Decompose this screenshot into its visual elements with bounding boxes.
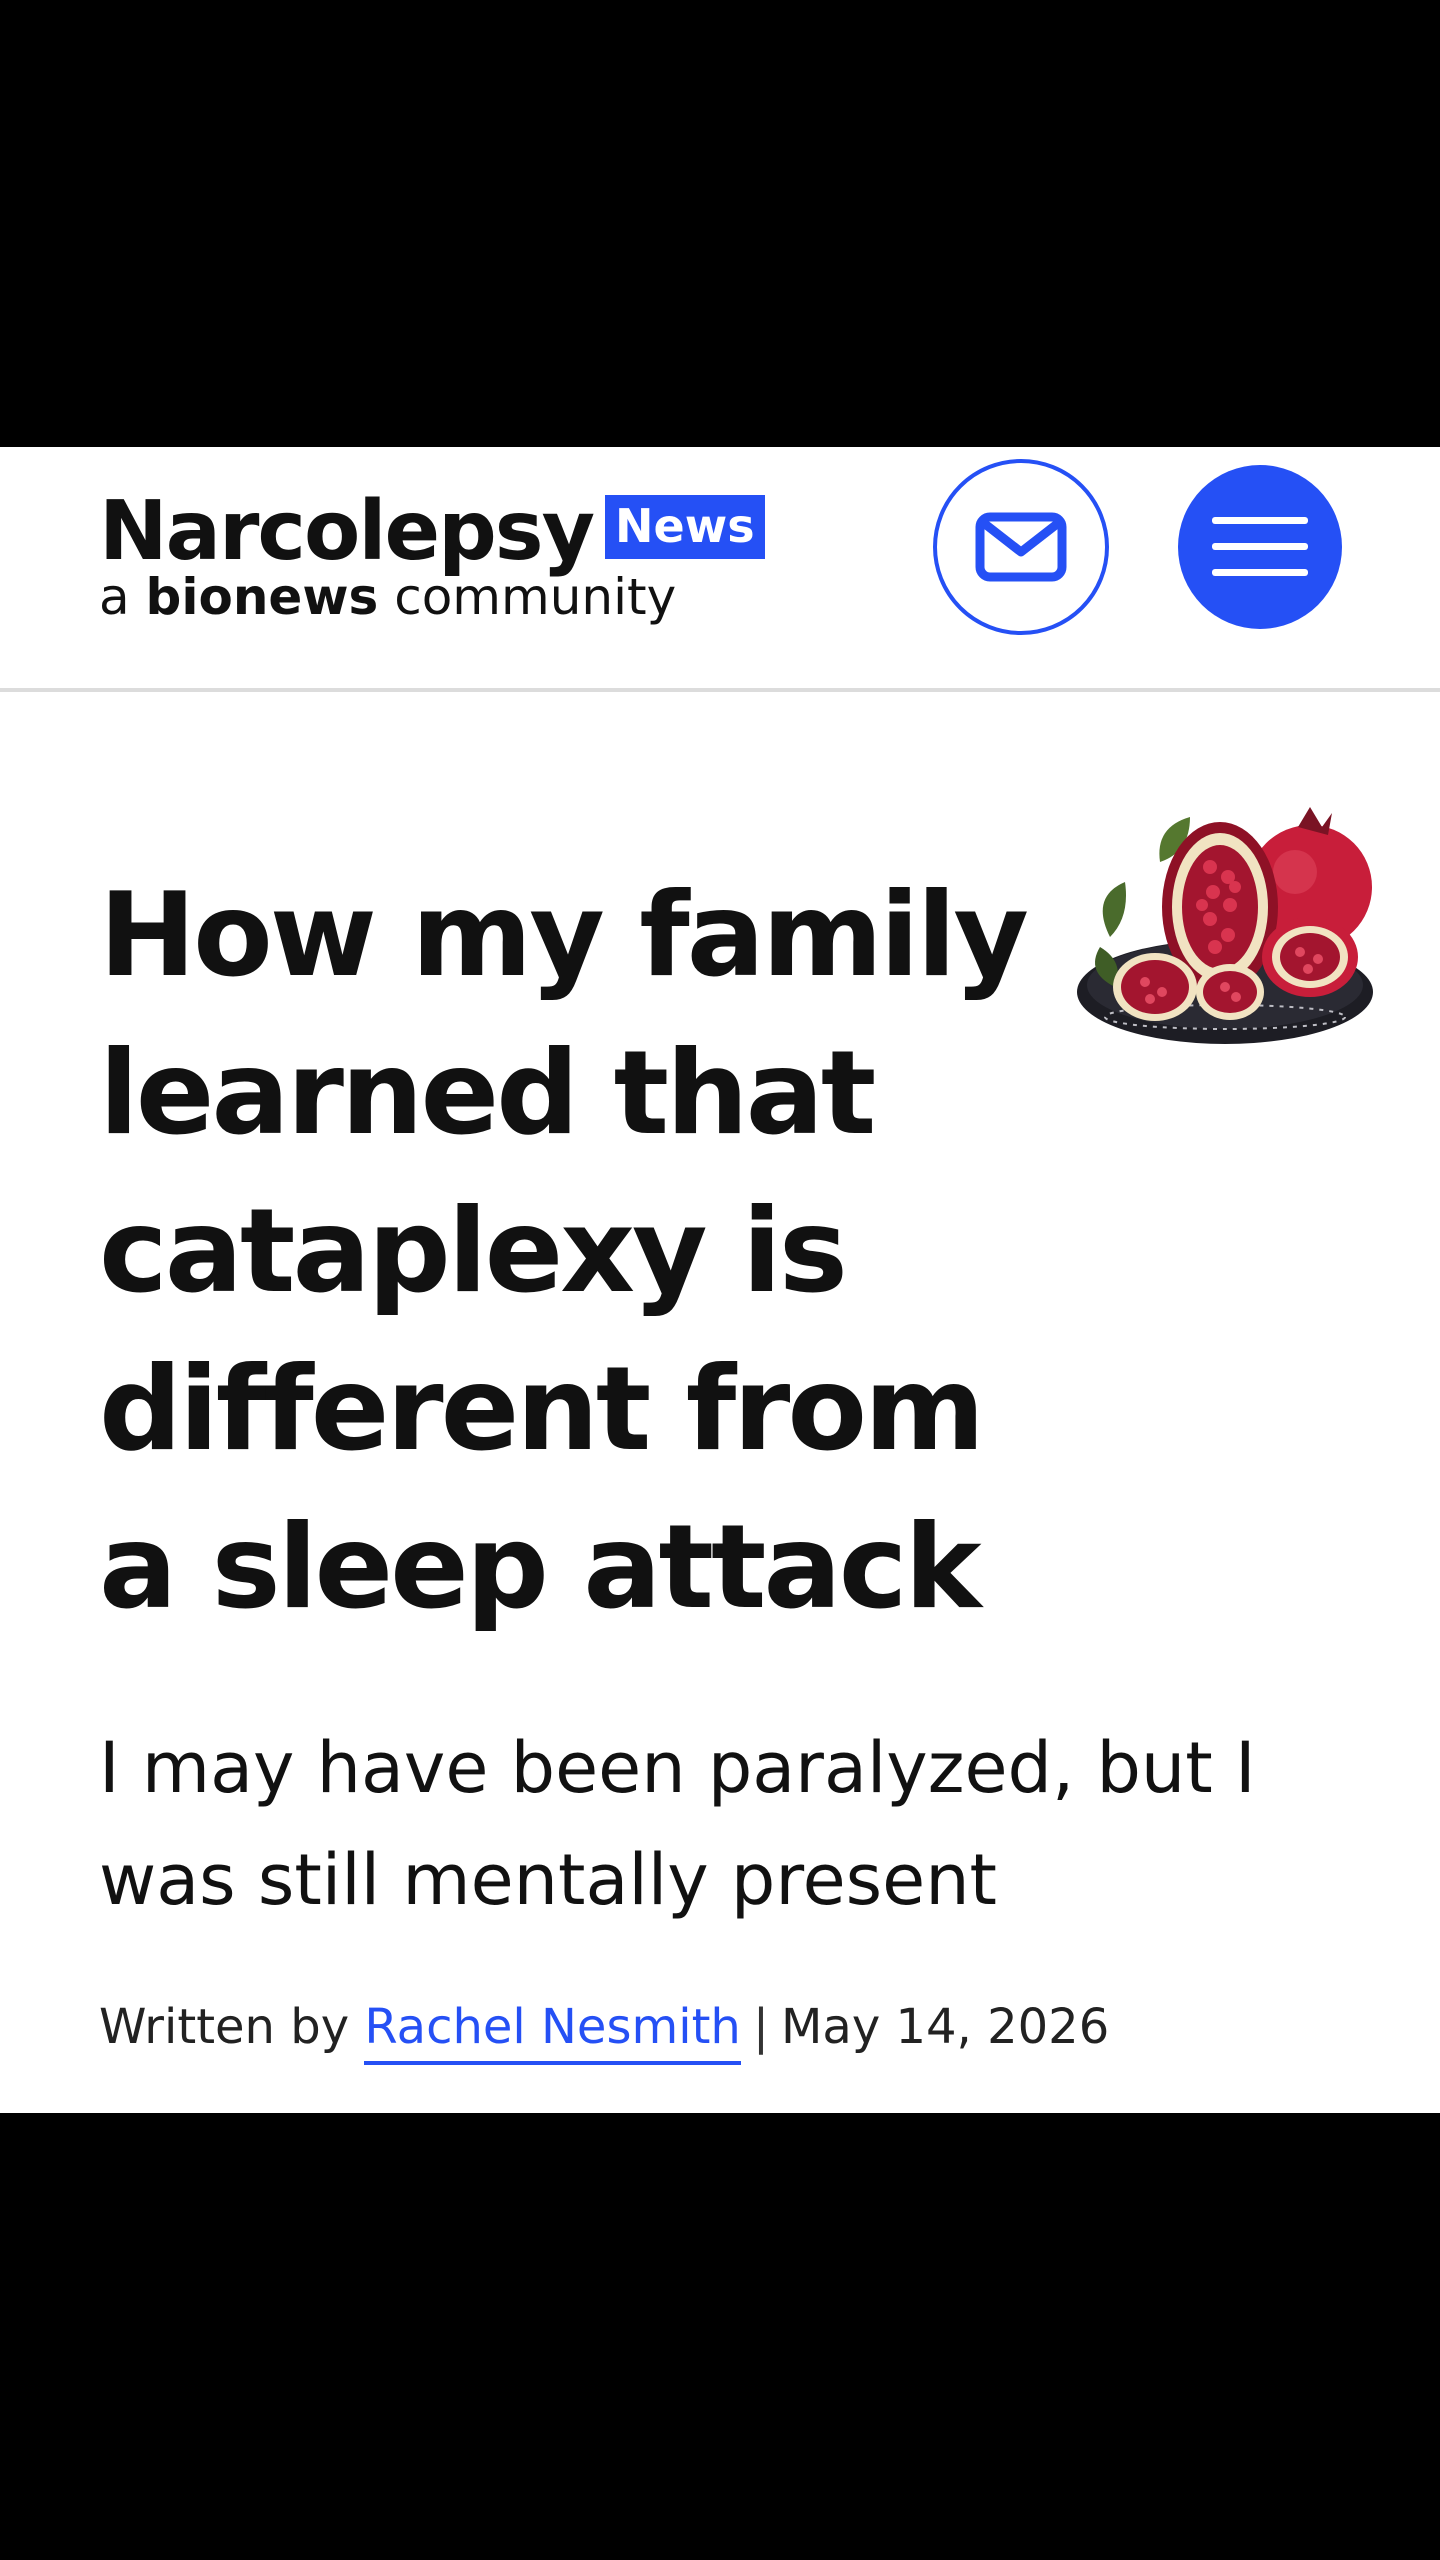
envelope-icon [975,512,1067,582]
article-byline: Written by Rachel Nesmith | May 14, 2026 [99,1999,1110,2065]
site-header: Narcolepsy News a bionews community [0,447,1440,692]
article-subtitle: I may have been paralyzed, but I was sti… [99,1727,1256,1921]
top-letterbox [0,0,1440,447]
author-link[interactable]: Rachel Nesmith [364,1999,741,2065]
tagline-brand: bionews [145,568,379,626]
article-page: Narcolepsy News a bionews community How … [0,447,1440,2113]
brand-name: Narcolepsy [99,484,595,579]
pomegranate-illustration [1077,807,1373,1044]
brand-badge: News [605,495,765,559]
byline-separator: | [752,1999,769,2055]
tagline-prefix: a [99,568,130,626]
site-tagline: a bionews community [99,567,676,627]
site-logo[interactable]: Narcolepsy News [99,467,765,573]
tagline-suffix: community [394,568,677,626]
byline-prefix: Written by [99,1999,350,2055]
article-title: How my family learned that cataplexy is … [99,868,1029,1635]
hamburger-menu-icon [1212,517,1308,576]
newsletter-button[interactable] [933,459,1109,635]
bottom-letterbox [0,2113,1440,2560]
publish-date: May 14, 2026 [780,1999,1110,2055]
menu-button[interactable] [1178,465,1342,629]
